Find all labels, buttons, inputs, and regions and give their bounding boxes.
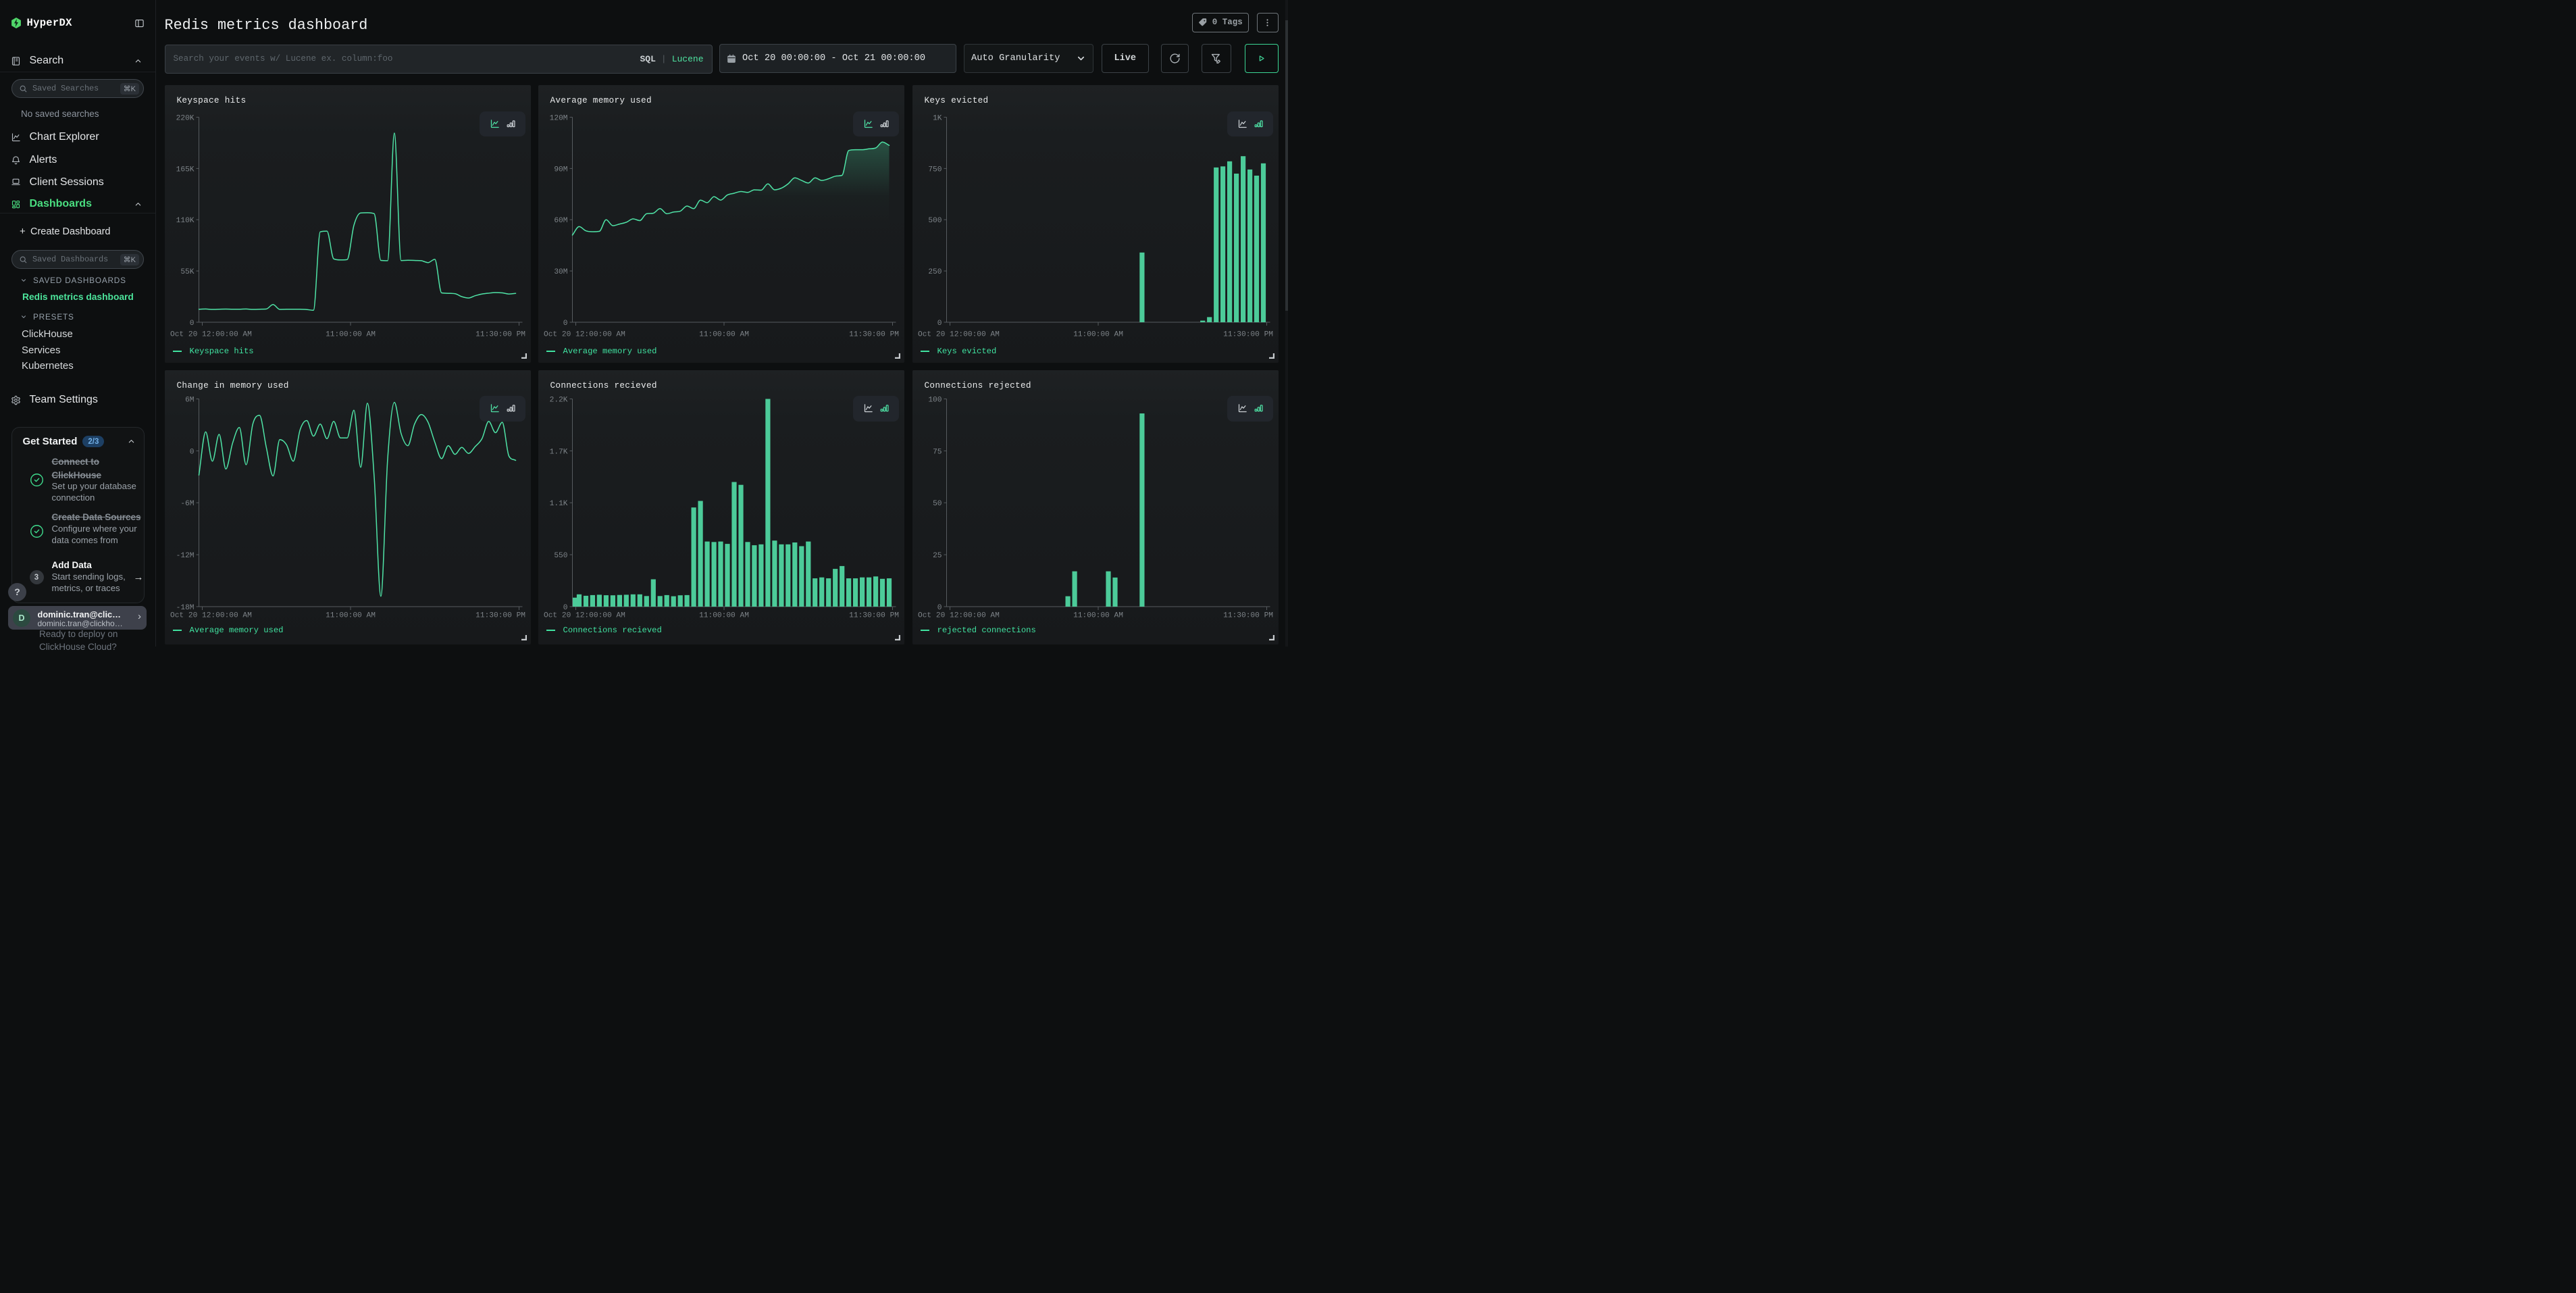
svg-text:11:00:00 AM: 11:00:00 AM bbox=[326, 611, 376, 619]
svg-text:11:30:00 PM: 11:30:00 PM bbox=[1223, 611, 1273, 619]
svg-text:25: 25 bbox=[933, 552, 942, 560]
svg-text:30M: 30M bbox=[554, 268, 567, 276]
svg-text:-18M: -18M bbox=[176, 604, 194, 612]
svg-text:Oct 20 12:00:00 AM: Oct 20 12:00:00 AM bbox=[544, 611, 625, 619]
svg-text:11:30:00 PM: 11:30:00 PM bbox=[849, 611, 899, 619]
svg-text:1.1K: 1.1K bbox=[549, 500, 567, 508]
svg-text:-6M: -6M bbox=[180, 500, 194, 508]
svg-text:55K: 55K bbox=[180, 268, 194, 276]
svg-text:Oct 20 12:00:00 AM: Oct 20 12:00:00 AM bbox=[170, 331, 252, 339]
svg-text:50: 50 bbox=[933, 500, 942, 508]
svg-text:75: 75 bbox=[933, 448, 942, 456]
svg-text:11:00:00 AM: 11:00:00 AM bbox=[326, 331, 376, 339]
svg-text:120M: 120M bbox=[549, 115, 567, 123]
svg-text:Oct 20 12:00:00 AM: Oct 20 12:00:00 AM bbox=[918, 331, 1000, 339]
svg-text:11:00:00 AM: 11:00:00 AM bbox=[699, 331, 749, 339]
svg-text:-12M: -12M bbox=[176, 552, 194, 560]
svg-text:100: 100 bbox=[928, 396, 942, 404]
svg-text:0: 0 bbox=[189, 448, 194, 456]
svg-text:11:00:00 AM: 11:00:00 AM bbox=[1073, 611, 1123, 619]
svg-text:0: 0 bbox=[563, 320, 567, 328]
svg-text:220K: 220K bbox=[176, 115, 194, 123]
svg-text:Oct 20 12:00:00 AM: Oct 20 12:00:00 AM bbox=[170, 611, 252, 619]
svg-text:1K: 1K bbox=[933, 115, 942, 123]
svg-text:11:30:00 PM: 11:30:00 PM bbox=[475, 331, 525, 339]
svg-text:500: 500 bbox=[928, 217, 942, 225]
svg-text:Oct 20 12:00:00 AM: Oct 20 12:00:00 AM bbox=[544, 331, 625, 339]
svg-text:11:00:00 AM: 11:00:00 AM bbox=[699, 611, 749, 619]
svg-text:11:30:00 PM: 11:30:00 PM bbox=[1223, 331, 1273, 339]
svg-text:0: 0 bbox=[563, 604, 567, 612]
svg-text:2.2K: 2.2K bbox=[549, 396, 567, 404]
svg-text:6M: 6M bbox=[185, 396, 194, 404]
svg-text:11:30:00 PM: 11:30:00 PM bbox=[475, 611, 525, 619]
svg-text:60M: 60M bbox=[554, 217, 567, 225]
svg-text:250: 250 bbox=[928, 268, 942, 276]
svg-text:165K: 165K bbox=[176, 166, 194, 174]
svg-text:Oct 20 12:00:00 AM: Oct 20 12:00:00 AM bbox=[918, 611, 1000, 619]
svg-text:0: 0 bbox=[937, 604, 942, 612]
svg-text:750: 750 bbox=[928, 166, 942, 174]
svg-text:11:30:00 PM: 11:30:00 PM bbox=[849, 331, 899, 339]
svg-text:90M: 90M bbox=[554, 166, 567, 174]
svg-text:0: 0 bbox=[937, 320, 942, 328]
svg-text:110K: 110K bbox=[176, 217, 194, 225]
svg-text:0: 0 bbox=[189, 320, 194, 328]
svg-text:11:00:00 AM: 11:00:00 AM bbox=[1073, 331, 1123, 339]
svg-text:1.7K: 1.7K bbox=[549, 448, 567, 456]
svg-text:550: 550 bbox=[554, 552, 567, 560]
